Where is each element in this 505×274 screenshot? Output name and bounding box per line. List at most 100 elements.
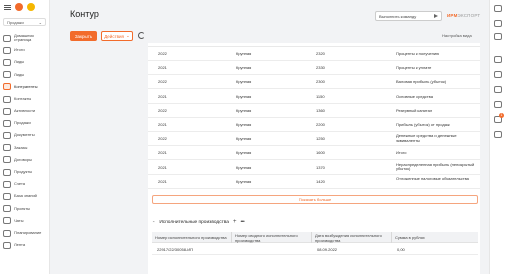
sidebar-item[interactable]: Документы bbox=[0, 130, 49, 142]
table-row[interactable]: 2021 Крупная 2330 Проценты к уплате bbox=[148, 61, 480, 76]
sidebar-item-label: Документы bbox=[14, 132, 35, 138]
planning-icon bbox=[3, 229, 11, 237]
sales-icon bbox=[3, 119, 11, 127]
sidebar-nav: Домашняя страница Итоги Лиды Лиды Контрагент… bbox=[0, 32, 49, 251]
more-icon[interactable]: ••• bbox=[240, 219, 244, 225]
add-icon[interactable]: + bbox=[233, 219, 237, 225]
actions-button[interactable]: Действия ⌄ bbox=[101, 31, 133, 41]
cell-name: Проценты к получению bbox=[396, 51, 440, 56]
add-icon[interactable] bbox=[27, 3, 35, 11]
sidebar-item-label: Активности bbox=[14, 108, 36, 114]
close-button[interactable]: Закрыть bbox=[70, 31, 97, 41]
sidebar-item[interactable]: Лиды bbox=[0, 69, 49, 81]
sidebar-item[interactable]: Продажи bbox=[0, 117, 49, 129]
cell-size: Крупная bbox=[236, 93, 252, 99]
cell-name: Отложенные налоговые обязательства bbox=[396, 175, 469, 181]
home-icon bbox=[3, 34, 11, 42]
cell-size: Крупная bbox=[236, 164, 252, 170]
workspace-select-value: Продажи bbox=[7, 19, 24, 25]
cell-year: 2021 bbox=[158, 178, 167, 184]
funnel-icon bbox=[3, 71, 11, 79]
cell-code: 1360 bbox=[316, 107, 325, 113]
sidebar: Продажи ⌄ Домашняя страница Итоги Лиды Лиды… bbox=[0, 0, 50, 274]
workspace-select[interactable]: Продажи ⌄ bbox=[3, 18, 46, 26]
sidebar-item[interactable]: Договоры bbox=[0, 154, 49, 166]
search-icon[interactable] bbox=[494, 5, 502, 12]
notification-badge: 1 bbox=[499, 113, 504, 118]
run-command-input[interactable]: Выполнить команду bbox=[375, 11, 442, 21]
cell-year: 2021 bbox=[158, 122, 167, 127]
sidebar-item[interactable]: Заказы bbox=[0, 142, 49, 154]
sidebar-item[interactable]: Домашняя страница bbox=[0, 32, 49, 44]
gear-icon[interactable] bbox=[494, 20, 502, 27]
enforcement-section-header: ⌃ Исполнительные производства + ••• bbox=[152, 219, 245, 225]
sidebar-item-label: Планирование bbox=[14, 229, 42, 235]
sidebar-item[interactable]: Проекты bbox=[0, 203, 49, 215]
feed-icon bbox=[3, 241, 11, 249]
table-row[interactable]: 2021 Крупная 2200 Прибыль (убыток) от прода… bbox=[148, 118, 480, 132]
cell-number: 22917/22/30058-ИП bbox=[157, 247, 193, 252]
cell-name: Нераспределенная прибыль (непокрытый убы… bbox=[396, 161, 475, 171]
table-row[interactable]: 2021 Крупная 1600 Итого bbox=[148, 146, 480, 161]
sidebar-item[interactable]: Итоги bbox=[0, 44, 49, 56]
column-header[interactable]: Сумма в рублях bbox=[392, 232, 478, 243]
show-more-button[interactable]: Показать больше bbox=[152, 195, 478, 204]
sidebar-item[interactable]: Чаты bbox=[0, 215, 49, 227]
table-row[interactable]: 22917/22/30058-ИП 08.09.2022 0,00 bbox=[152, 243, 478, 255]
cell-size: Крупная bbox=[236, 150, 252, 156]
checklist-icon[interactable] bbox=[494, 131, 502, 138]
sidebar-item[interactable]: Активности bbox=[0, 105, 49, 117]
cell-size: Крупная bbox=[236, 51, 252, 56]
call-icon[interactable] bbox=[494, 86, 502, 93]
refresh-icon[interactable] bbox=[138, 32, 145, 39]
table-row[interactable]: 2021 Крупная 1150 Основные средства bbox=[148, 90, 480, 104]
sidebar-item[interactable]: Лиды bbox=[0, 56, 49, 68]
sidebar-item[interactable]: Счета bbox=[0, 178, 49, 190]
table-row[interactable]: 2022 Крупная 1250 Денежные средства и денеж… bbox=[148, 132, 480, 147]
cell-name: Основные средства bbox=[396, 93, 433, 99]
phone-icon[interactable] bbox=[494, 56, 502, 63]
cell-code: 2300 bbox=[316, 79, 325, 85]
table-row[interactable]: 2022 Крупная 2300 Валовая прибыль (убыток) bbox=[148, 75, 480, 90]
cell-year: 2021 bbox=[158, 93, 167, 99]
invoice-icon bbox=[3, 180, 11, 188]
table-row[interactable]: 2021 Крупная 1420 Отложенные налоговые обяз… bbox=[148, 175, 480, 189]
collapse-icon[interactable]: ⌃ bbox=[152, 220, 155, 225]
cell-size: Крупная bbox=[236, 65, 252, 71]
table-row[interactable]: 2022 Крупная 2320 Проценты к получению bbox=[148, 47, 480, 61]
chat-icon[interactable] bbox=[494, 101, 502, 108]
email-icon[interactable] bbox=[494, 71, 502, 78]
sidebar-item-label: База знаний bbox=[14, 193, 37, 199]
column-header[interactable]: Дата возбуждения исполнительного произво… bbox=[312, 232, 392, 243]
sidebar-item[interactable]: Лента bbox=[0, 239, 49, 251]
help-icon[interactable] bbox=[494, 33, 502, 40]
cell-size: Крупная bbox=[236, 122, 252, 127]
cell-year: 2021 bbox=[158, 164, 167, 170]
sidebar-item-label: Контрагенты bbox=[14, 83, 38, 89]
sidebar-item-label: Чаты bbox=[14, 217, 24, 223]
contractor-icon bbox=[3, 83, 11, 91]
sidebar-item-label: Продукты bbox=[14, 169, 33, 175]
sidebar-item-label: Продажи bbox=[14, 120, 31, 126]
contract-icon bbox=[3, 156, 11, 164]
view-settings-link[interactable]: Настройка вида bbox=[442, 33, 472, 38]
sidebar-item[interactable]: Планирование bbox=[0, 227, 49, 239]
chevron-down-icon: ⌄ bbox=[38, 19, 42, 25]
page-title: Контур bbox=[70, 9, 99, 19]
table-row[interactable]: 2021 Крупная 1370 Нераспределенная прибыль … bbox=[148, 161, 480, 175]
main-card: 2022 Крупная 2320 Проценты к получению 2021 К… bbox=[148, 43, 480, 274]
sidebar-item[interactable]: Продукты bbox=[0, 166, 49, 178]
run-command-label: Выполнить команду bbox=[379, 13, 417, 19]
sidebar-item[interactable]: Контрагенты bbox=[0, 81, 49, 93]
cell-year: 2022 bbox=[158, 79, 167, 85]
product-icon bbox=[3, 168, 11, 176]
column-header[interactable]: Номер сводного исполнительного производс… bbox=[232, 232, 312, 243]
table-row[interactable]: 2022 Крупная 1360 Резервный капитал bbox=[148, 104, 480, 118]
cell-year: 2022 bbox=[158, 51, 167, 56]
play-icon[interactable] bbox=[434, 14, 438, 18]
app-logo-icon[interactable] bbox=[15, 3, 23, 11]
column-header[interactable]: Номер исполнительного производства bbox=[152, 232, 232, 243]
sidebar-item[interactable]: Контакты bbox=[0, 93, 49, 105]
menu-icon[interactable] bbox=[4, 4, 11, 10]
sidebar-item[interactable]: База знаний bbox=[0, 190, 49, 202]
